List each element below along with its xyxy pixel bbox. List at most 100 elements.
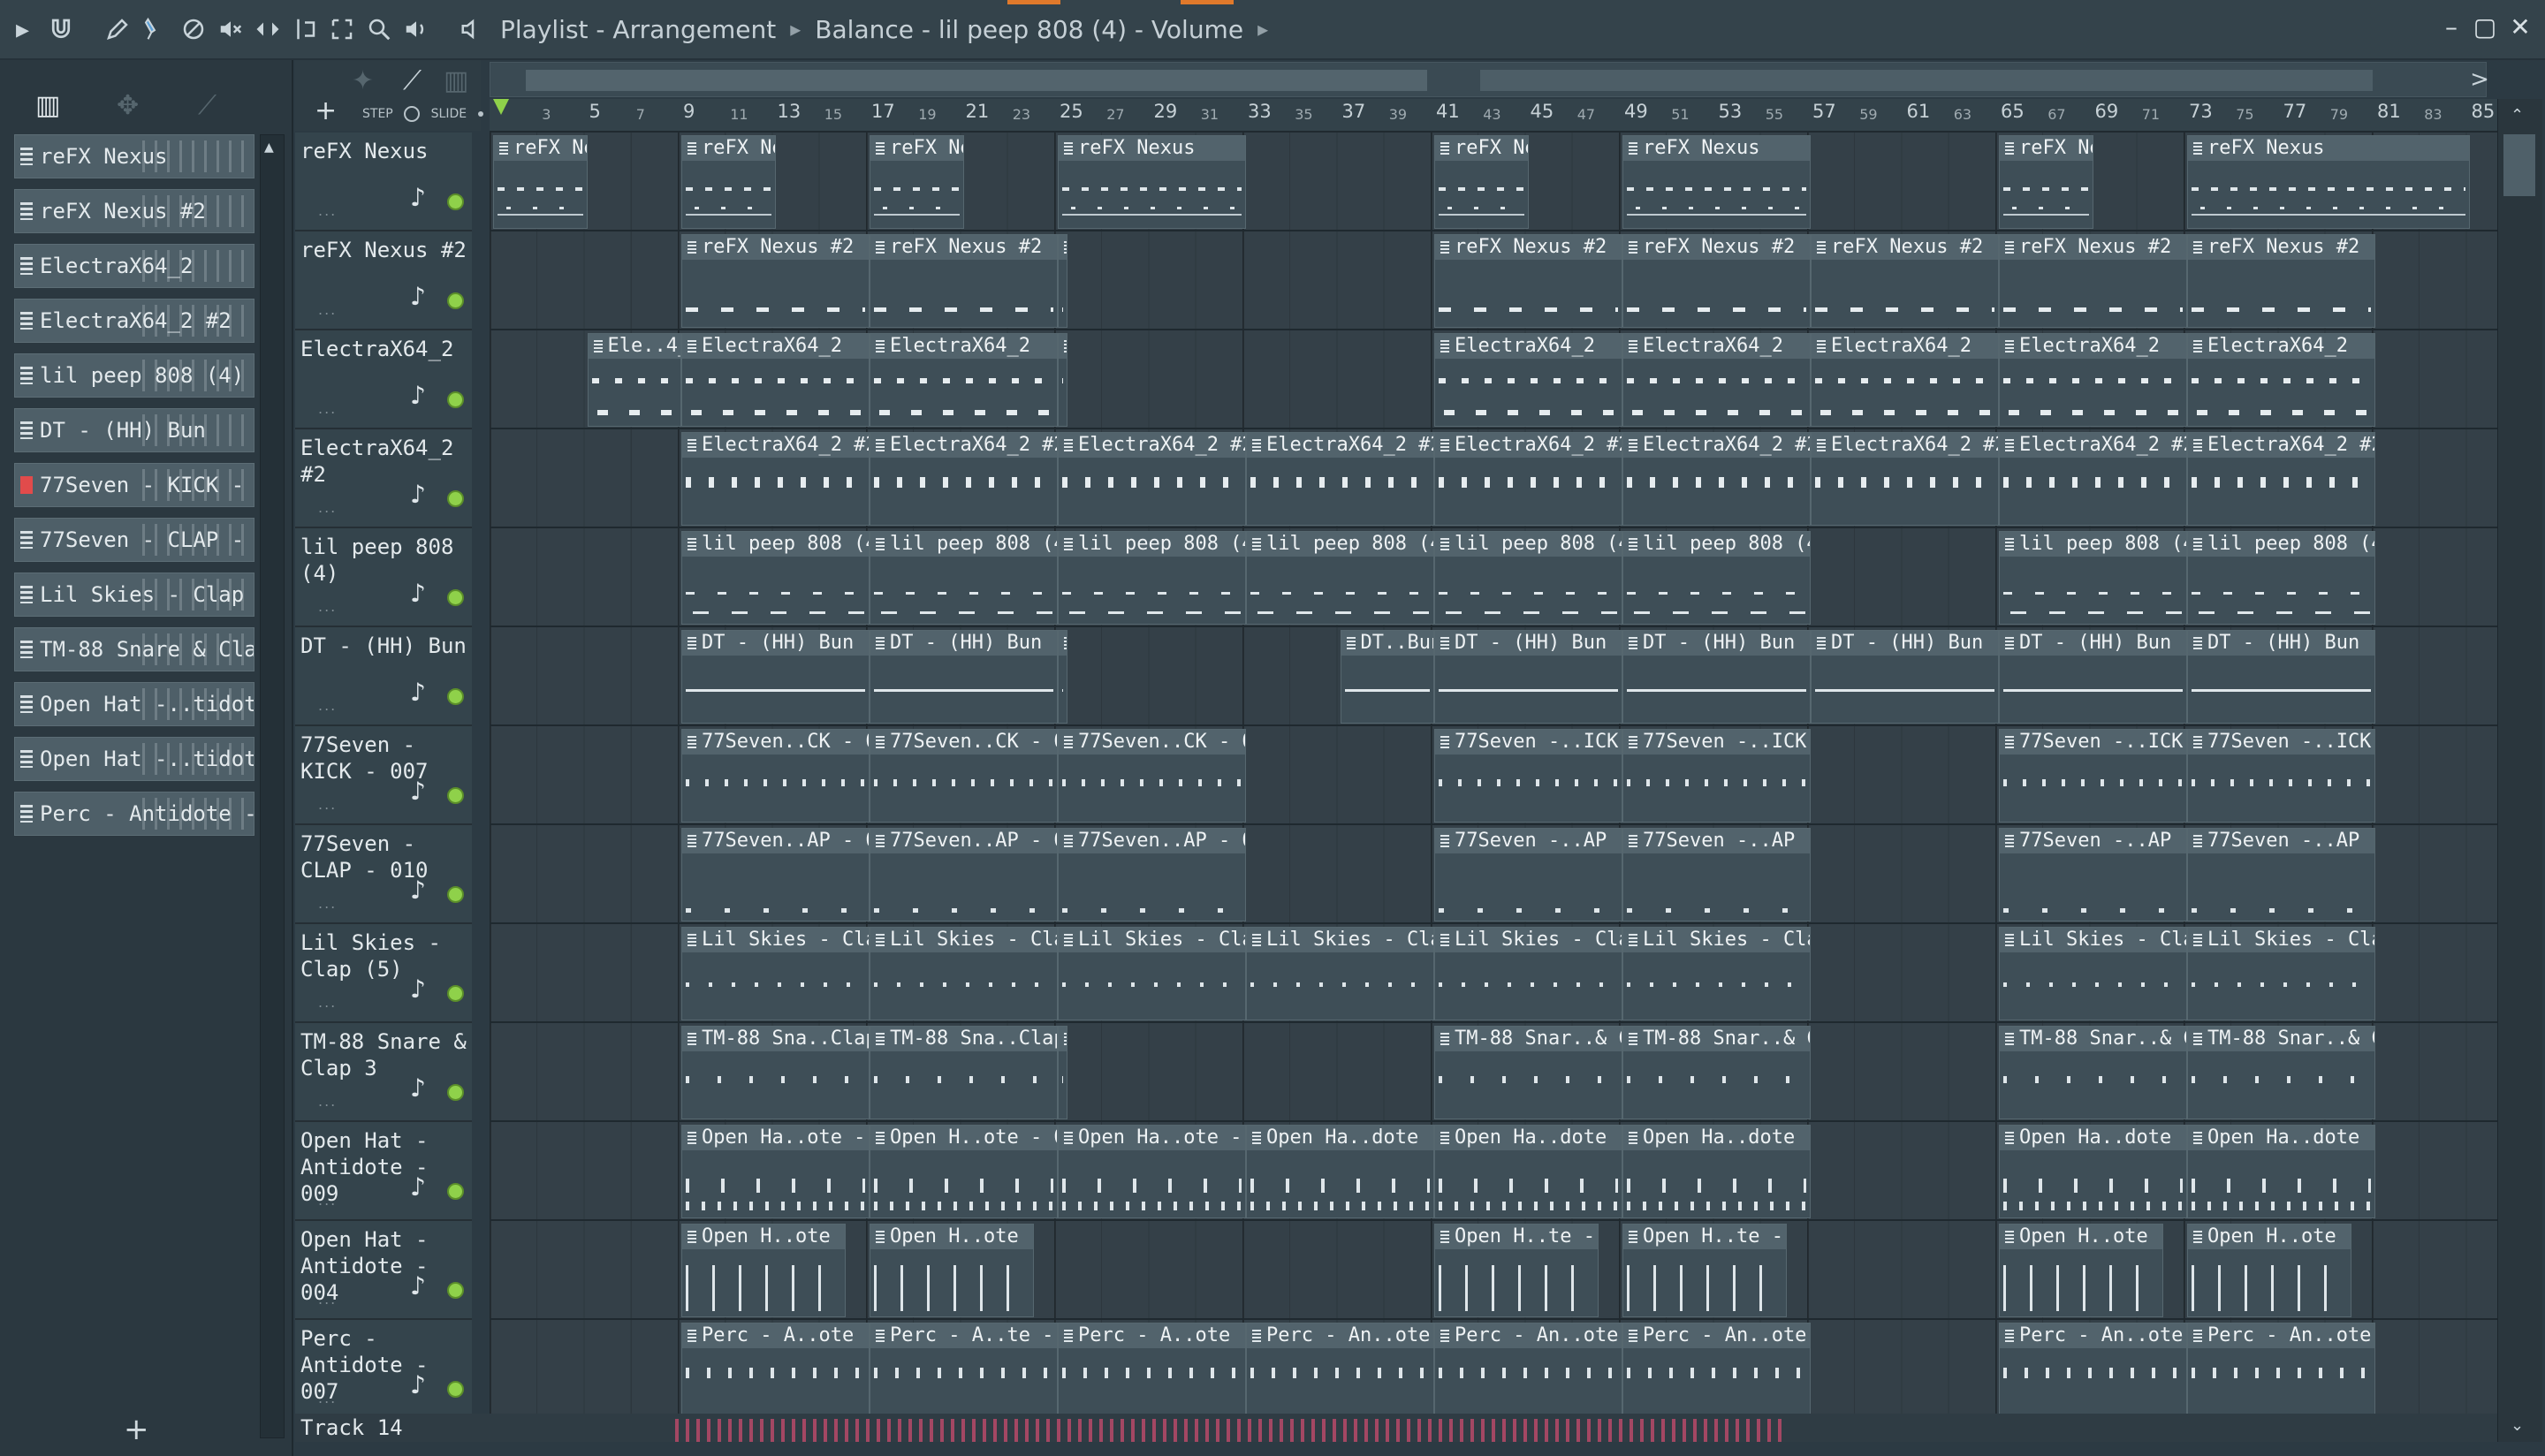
- step-toggle[interactable]: [404, 106, 421, 122]
- clip-title[interactable]: reFX Nexus: [2188, 136, 2469, 161]
- grip-icon[interactable]: [20, 805, 33, 823]
- pattern-clip[interactable]: ElectraX64_2: [2187, 333, 2375, 427]
- track-grip[interactable]: ...: [318, 1192, 337, 1209]
- clip-title[interactable]: lil peep 808 (4): [2000, 532, 2186, 557]
- clip-title[interactable]: 77Seven..AP - 010: [1059, 829, 1245, 853]
- pattern-clip[interactable]: Perc - A..te - 007: [870, 1323, 1058, 1416]
- pattern-clip[interactable]: lil peep 808 (4): [1434, 531, 1622, 625]
- pattern-clip[interactable]: Open H..ote - 009: [870, 1125, 1058, 1218]
- track-lane[interactable]: DT - (HH) BunDT - (HH) BunDT..BunDT - (H…: [490, 627, 2497, 726]
- pattern-clip[interactable]: reFX Nexus: [1058, 135, 1246, 229]
- pattern-clip[interactable]: reFX Nexus #2: [2187, 234, 2375, 328]
- speaker-icon[interactable]: [403, 14, 429, 44]
- pattern-clip[interactable]: TM-88 Sna..Clap 3: [681, 1026, 870, 1119]
- pattern-clip[interactable]: Open Ha..dote - 009: [1434, 1125, 1622, 1218]
- pattern-clip[interactable]: 77Seven -..ICK - 007: [1999, 729, 2187, 823]
- clip-title[interactable]: 77Seven -..ICK - 007: [2188, 730, 2374, 755]
- clip-title[interactable]: ElectraX64_2: [870, 334, 1057, 359]
- track-grip[interactable]: ...: [318, 202, 337, 219]
- pattern-clip[interactable]: Lil Skies - Clap (5): [2187, 927, 2375, 1020]
- waveform-icon[interactable]: ✦: [352, 65, 374, 96]
- note-icon[interactable]: ♪: [410, 480, 426, 509]
- clip-title[interactable]: Lil Skies - Clap (5): [1435, 928, 1622, 952]
- scroll-down-icon[interactable]: ⌄: [2511, 1416, 2524, 1435]
- channel-item[interactable]: Open Hat -..tidote - 009: [14, 682, 254, 726]
- channel-item[interactable]: 77Seven - KICK - 007: [14, 463, 254, 507]
- clip-title[interactable]: ElectraX64_2: [1812, 334, 1998, 359]
- note-icon[interactable]: ♪: [410, 678, 426, 707]
- track-grip[interactable]: ...: [318, 1093, 337, 1110]
- clip-title[interactable]: 77Seven -..AP - 010: [1435, 829, 1622, 853]
- pattern-clip[interactable]: reFX Nexus #2: [1434, 234, 1622, 328]
- track-lane[interactable]: ElectraX64_2 #2 ElectraX64_2 #2 ElectraX64…: [490, 429, 2497, 528]
- track-enable-led[interactable]: [447, 292, 464, 309]
- pattern-clip[interactable]: lil peep 808 (4): [1058, 531, 1246, 625]
- track-header[interactable]: 77Seven - CLAP - 010... ♪: [295, 825, 472, 924]
- clip-title[interactable]: TM-88 Snar..& Clap 3: [2000, 1027, 2186, 1051]
- clip-title[interactable]: reFX Nexus: [2000, 136, 2093, 161]
- delete-icon[interactable]: [180, 14, 207, 44]
- track-grip[interactable]: ...: [318, 994, 337, 1011]
- pattern-clip[interactable]: Perc - An..ote - 007: [1246, 1323, 1434, 1416]
- note-icon[interactable]: ♪: [410, 777, 426, 806]
- track-enable-led[interactable]: [447, 1084, 464, 1101]
- clip-title[interactable]: ElectraX64_2: [2188, 334, 2374, 359]
- note-icon[interactable]: ♪: [410, 579, 426, 608]
- track-enable-led[interactable]: [447, 490, 464, 507]
- pattern-clip[interactable]: Open H..ote - 004: [2187, 1224, 2352, 1317]
- pattern-clip[interactable]: ElectraX64_2: [681, 333, 870, 427]
- pattern-clip[interactable]: Perc - An..ote - 007: [1434, 1323, 1622, 1416]
- clip-title[interactable]: reFX Nexus #2: [2188, 235, 2374, 260]
- track-name[interactable]: TM-88 Snare & Clap 3: [300, 1028, 474, 1081]
- pattern-clip[interactable]: ElectraX64_2: [1999, 333, 2187, 427]
- pattern-clip[interactable]: [1058, 1026, 1067, 1119]
- pattern-clip[interactable]: ElectraX64_2 #2: [1246, 432, 1434, 526]
- clip-title[interactable]: Open Ha..dote - 009: [1435, 1126, 1622, 1150]
- pattern-clip[interactable]: lil peep 808 (4): [870, 531, 1058, 625]
- pattern-clip[interactable]: Open Ha..dote - 009: [1999, 1125, 2187, 1218]
- pattern-clip[interactable]: ElectraX64_2 #2: [1434, 432, 1622, 526]
- note-icon[interactable]: ♪: [410, 1370, 426, 1399]
- pattern-clip[interactable]: Perc - An..ote - 007: [2187, 1323, 2375, 1416]
- pattern-clip[interactable]: 77Seven -..AP - 010: [1622, 828, 1811, 921]
- clip-title[interactable]: ElectraX64_2 #2: [1812, 433, 1998, 458]
- track-header[interactable]: 77Seven - KICK - 007... ♪: [295, 726, 472, 825]
- clip-title[interactable]: DT - (HH) Bun: [1435, 631, 1622, 656]
- clip-title[interactable]: ElectraX64_2: [682, 334, 869, 359]
- channel-item[interactable]: Open Hat -..tidote - 004: [14, 737, 254, 781]
- track-grip[interactable]: ...: [318, 1291, 337, 1308]
- track-lane[interactable]: reFX Nexus reFX Nexus reFX Nexus reFX Nexus…: [490, 133, 2497, 231]
- pattern-clip[interactable]: reFX Nexus #2: [681, 234, 870, 328]
- clip-title[interactable]: 77Seven -..AP - 010: [2000, 829, 2186, 853]
- piano-icon[interactable]: ▥: [35, 90, 60, 121]
- vertical-scrollbar[interactable]: ⌃ ⌄: [2497, 99, 2542, 1442]
- pattern-clip[interactable]: Ele..4_2: [587, 333, 681, 427]
- clip-title[interactable]: TM-88 Sna..Clap 3: [682, 1027, 869, 1051]
- clip-title[interactable]: ElectraX64_2 #2: [1435, 433, 1622, 458]
- pattern-clip[interactable]: Perc - A..ote - 007: [1058, 1323, 1246, 1416]
- pattern-clip[interactable]: 77Seven -..ICK - 007: [2187, 729, 2375, 823]
- track-name[interactable]: Track 14: [300, 1414, 403, 1442]
- pattern-clip[interactable]: ElectraX64_2: [870, 333, 1058, 427]
- pattern-clip[interactable]: reFX Nexus: [1622, 135, 1811, 229]
- note-icon[interactable]: ♪: [410, 1172, 426, 1202]
- pattern-clip[interactable]: 77Seven..CK - 007: [681, 729, 870, 823]
- note-icon[interactable]: ♪: [410, 381, 426, 410]
- clip-title[interactable]: ElectraX64_2 #2: [1623, 433, 1810, 458]
- pattern-clip[interactable]: Open H..ote - 004: [870, 1224, 1035, 1317]
- clip-title[interactable]: Perc - An..ote - 007: [2188, 1323, 2374, 1348]
- channel-item[interactable]: ElectraX64_2 #2: [14, 299, 254, 343]
- track-grip[interactable]: ...: [318, 1390, 337, 1407]
- clip-title[interactable]: lil peep 808 (4): [2188, 532, 2374, 557]
- pattern-clip[interactable]: 77Seven -..AP - 010: [1434, 828, 1622, 921]
- slide-label[interactable]: SLIDE: [431, 107, 467, 121]
- note-icon[interactable]: ♪: [410, 282, 426, 311]
- clip-title[interactable]: ElectraX64_2 #2: [1247, 433, 1433, 458]
- clip-title[interactable]: Perc - An..ote - 007: [1435, 1323, 1622, 1348]
- clip-title[interactable]: ElectraX64_2 #2: [2000, 433, 2186, 458]
- pattern-clip[interactable]: ElectraX64_2 #2: [870, 432, 1058, 526]
- pattern-clip[interactable]: DT..Bun: [1340, 630, 1434, 724]
- clip-title[interactable]: reFX Nexus: [1059, 136, 1245, 161]
- track-enable-led[interactable]: [447, 688, 464, 705]
- pattern-clip[interactable]: [1058, 333, 1067, 427]
